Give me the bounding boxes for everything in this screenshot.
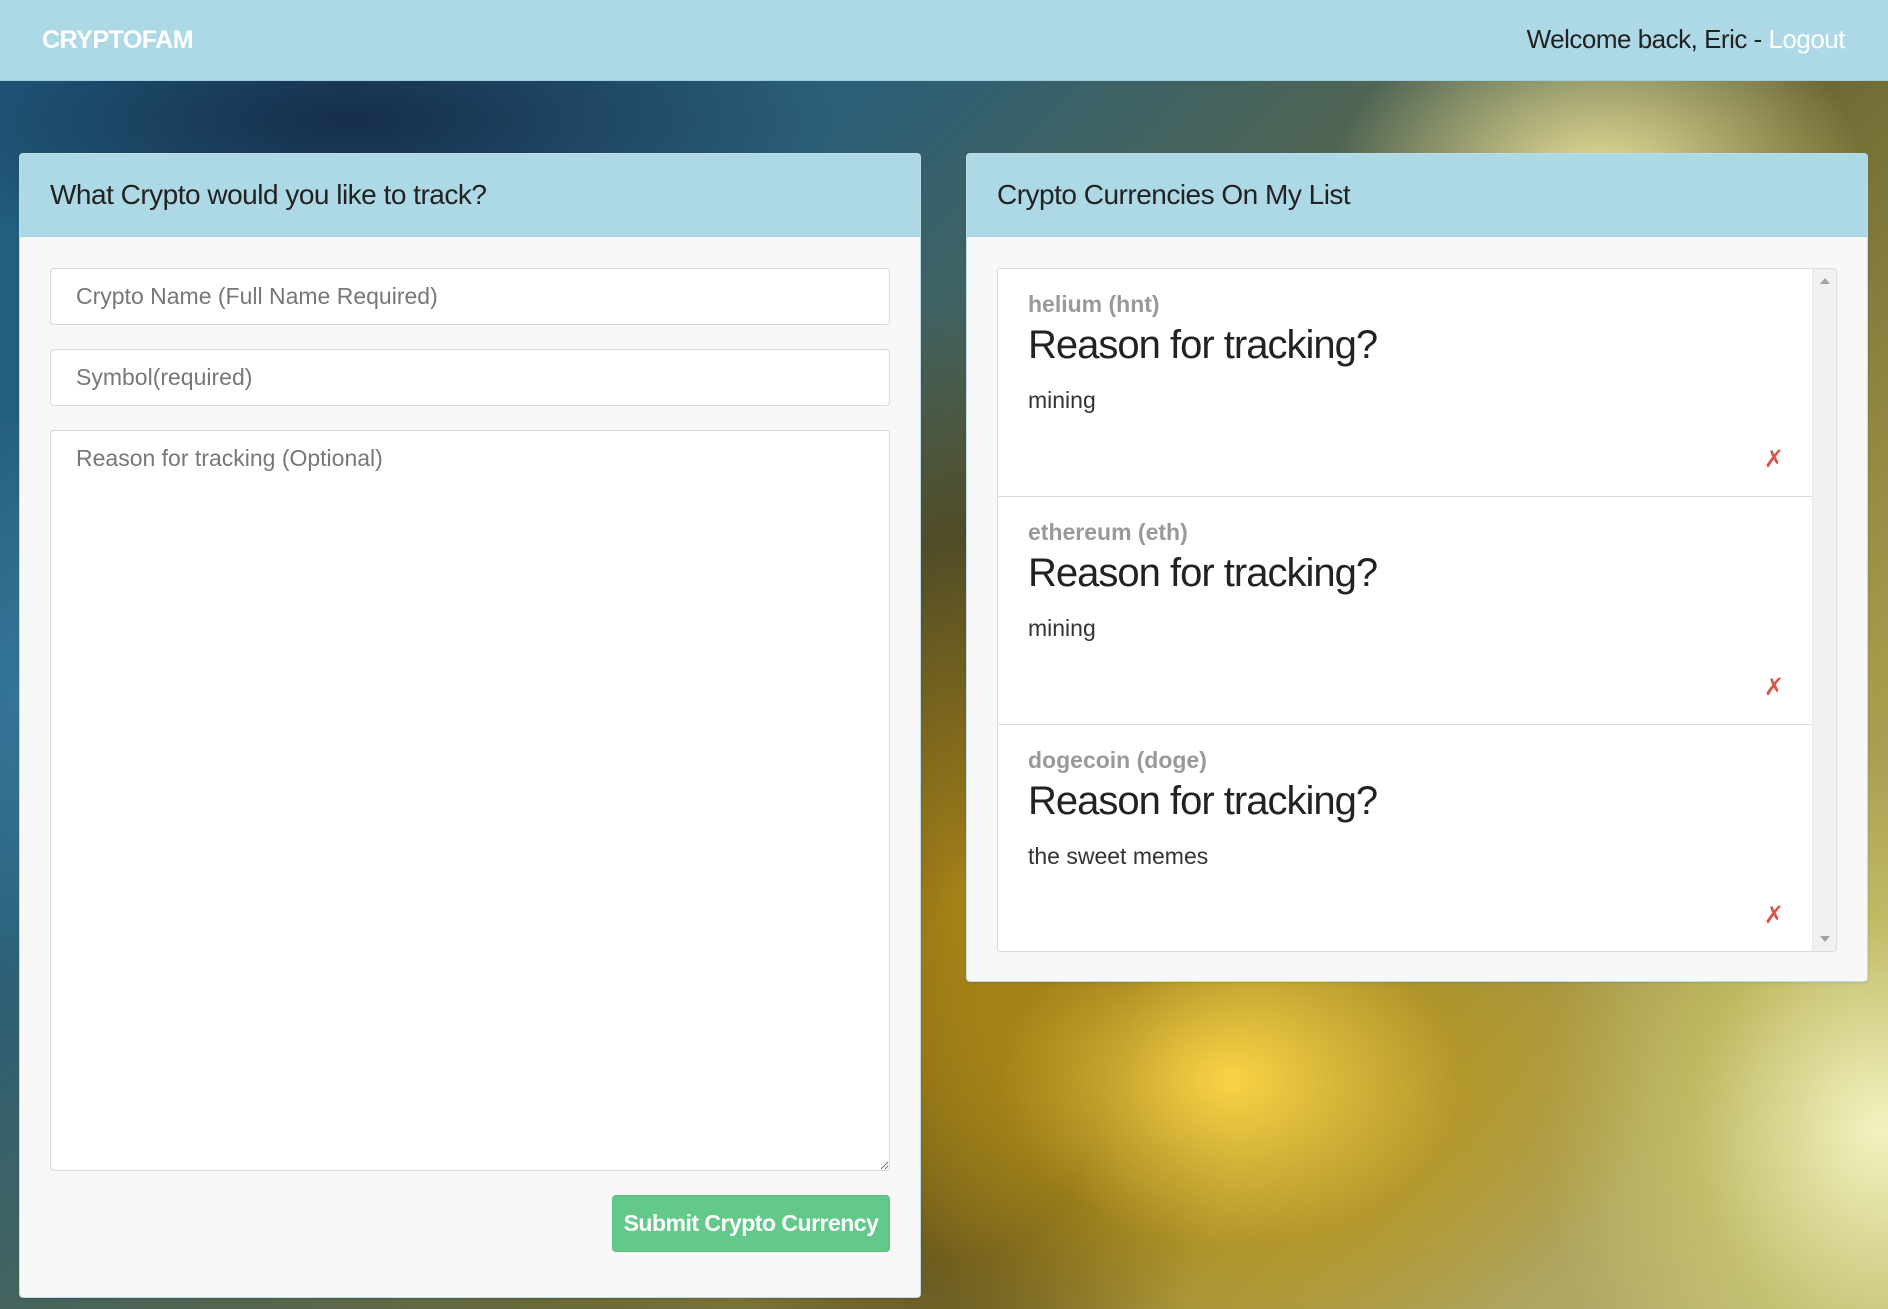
reason-text: mining: [1028, 615, 1096, 641]
scroll-thumb[interactable]: [1817, 291, 1832, 931]
delete-icon[interactable]: ✗: [1764, 901, 1784, 929]
reason-heading: Reason for tracking?: [1028, 779, 1378, 823]
list-item: dogecoin (doge) Reason for tracking? the…: [998, 725, 1814, 951]
reason-heading: Reason for tracking?: [1028, 551, 1378, 595]
crypto-name-input[interactable]: [50, 268, 890, 325]
symbol-input[interactable]: [50, 349, 890, 406]
crypto-name: dogecoin (doge): [1028, 747, 1207, 773]
reason-text: the sweet memes: [1028, 843, 1209, 869]
crypto-list-panel: Crypto Currencies On My List helium (hnt…: [966, 153, 1868, 982]
crypto-list-panel-heading: Crypto Currencies On My List: [967, 154, 1867, 237]
welcome-text: Welcome back, Eric -: [1526, 24, 1769, 54]
crypto-name: helium (hnt): [1028, 291, 1160, 317]
add-crypto-panel: What Crypto would you like to track? Sub…: [19, 153, 921, 1298]
reason-textarea[interactable]: [50, 430, 890, 1171]
welcome-area: Welcome back, Eric - Logout: [1526, 24, 1846, 55]
scroll-up-arrow-icon[interactable]: [1820, 278, 1830, 284]
list-scrollbar[interactable]: [1812, 269, 1836, 951]
list-item: helium (hnt) Reason for tracking? mining…: [998, 269, 1814, 497]
delete-icon[interactable]: ✗: [1764, 445, 1784, 473]
add-crypto-title: What Crypto would you like to track?: [50, 179, 487, 210]
navbar: CRYPTOFAM Welcome back, Eric - Logout: [0, 0, 1888, 81]
scroll-down-arrow-icon[interactable]: [1820, 936, 1830, 942]
reason-text: mining: [1028, 387, 1096, 413]
delete-icon[interactable]: ✗: [1764, 673, 1784, 701]
list-item: ethereum (eth) Reason for tracking? mini…: [998, 497, 1814, 725]
crypto-list[interactable]: helium (hnt) Reason for tracking? mining…: [997, 268, 1837, 952]
logout-link[interactable]: Logout: [1768, 24, 1845, 54]
submit-crypto-button[interactable]: Submit Crypto Currency: [612, 1195, 890, 1252]
crypto-list-title: Crypto Currencies On My List: [997, 179, 1351, 210]
crypto-name: ethereum (eth): [1028, 519, 1188, 545]
add-crypto-panel-heading: What Crypto would you like to track?: [20, 154, 920, 237]
brand-logo[interactable]: CRYPTOFAM: [42, 26, 194, 55]
reason-heading: Reason for tracking?: [1028, 323, 1378, 367]
